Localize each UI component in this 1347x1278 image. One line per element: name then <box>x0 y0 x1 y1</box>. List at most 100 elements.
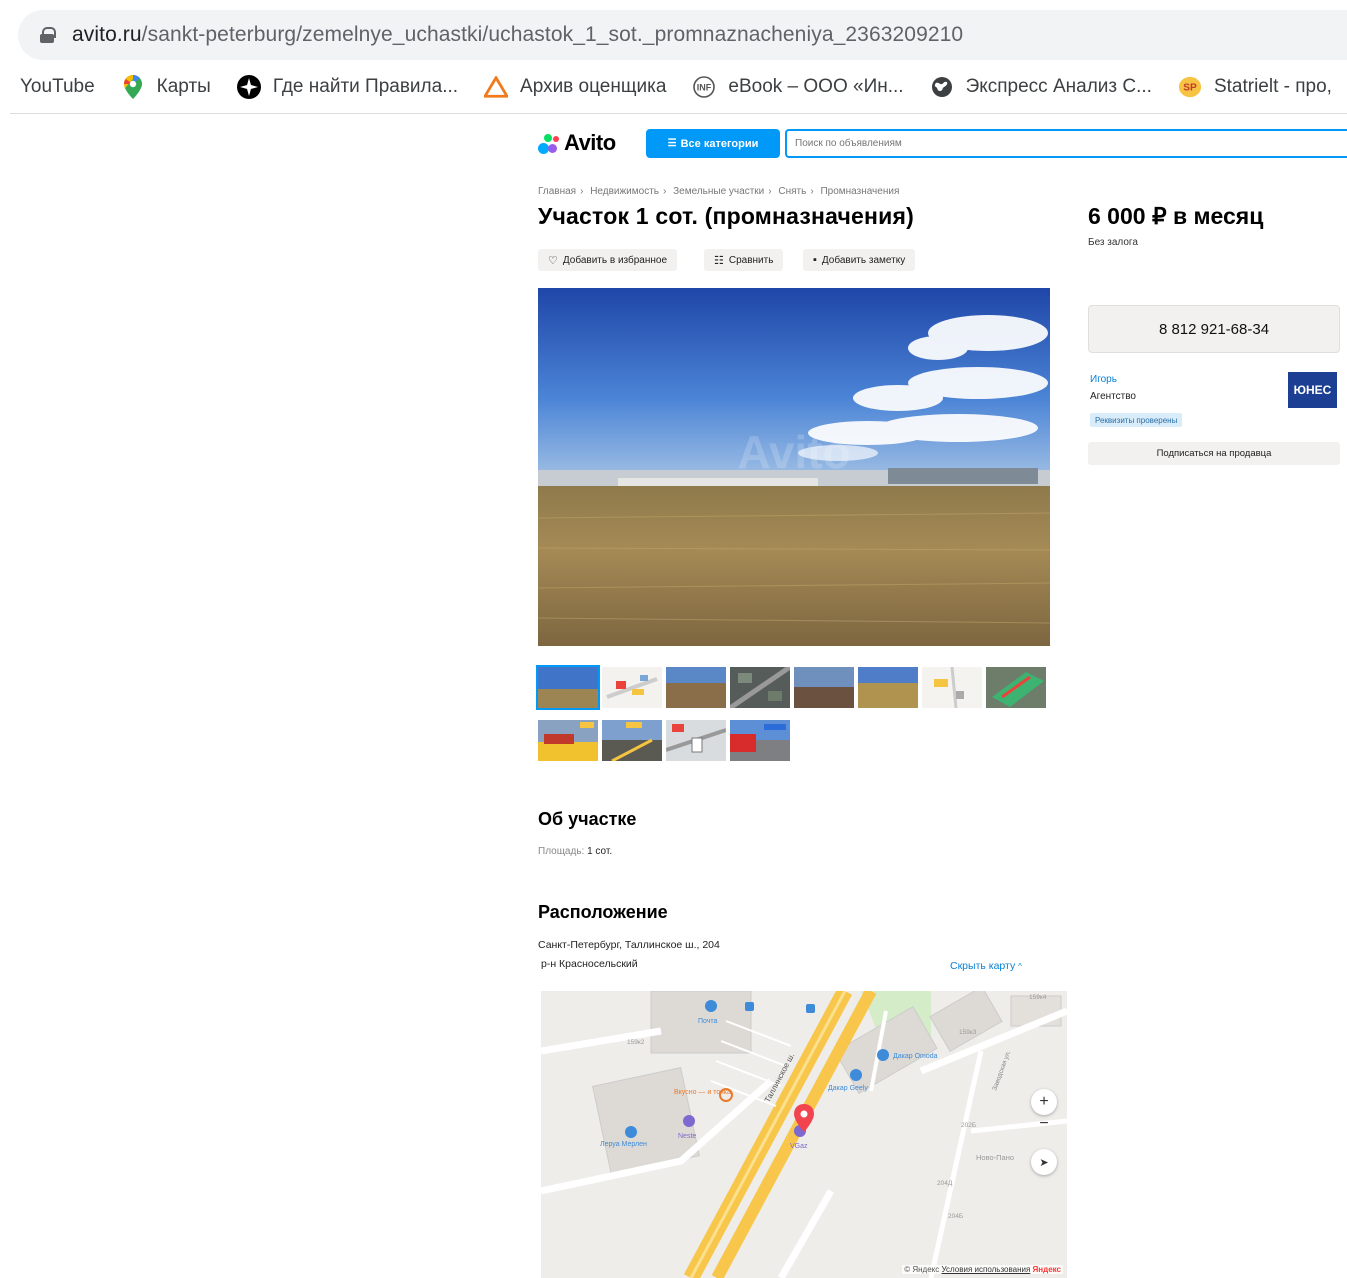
breadcrumb: Главная › Недвижимость › Земельные участки… <box>538 186 903 197</box>
thumbnail[interactable] <box>730 720 790 761</box>
thumbnail[interactable] <box>538 720 598 761</box>
note-icon: ▪ <box>813 254 817 266</box>
bookmarks-bar: YouTube Карты Где найти Правила... Архив… <box>0 68 1347 106</box>
listing-price: 6 000 ₽ в месяц <box>1088 203 1264 229</box>
bookmark-label: Где найти Правила... <box>272 76 459 97</box>
thumbnail[interactable] <box>922 667 982 708</box>
main-photo[interactable]: Avito <box>538 288 1050 646</box>
bookmark-label: Экспресс Анализ С... <box>965 76 1152 97</box>
map-copyright: © Яндекс <box>904 1265 940 1274</box>
bookmark-label: eBook – ООО «Ин... <box>728 76 904 97</box>
map-attribution: © Яндекс Условия использования Яндекс <box>902 1265 1063 1274</box>
seller-type: Агентство <box>1090 391 1136 402</box>
seller-name-link[interactable]: Игорь <box>1090 374 1117 385</box>
add-favorite-button[interactable]: ♡ Добавить в избранное <box>538 249 678 271</box>
bookmark-youtube[interactable]: YouTube <box>20 76 95 98</box>
lock-icon[interactable] <box>40 27 56 43</box>
map-label-159k4: 159к4 <box>1029 994 1047 1001</box>
url-text[interactable]: avito.ru/sankt-peterburg/zemelnye_uchast… <box>72 23 963 47</box>
add-note-button[interactable]: ▪ Добавить заметку <box>803 249 916 271</box>
map-label-159k2: 159к2 <box>627 1039 645 1046</box>
map-label-neste: Neste <box>678 1133 696 1140</box>
favorite-label: Добавить в избранное <box>562 254 668 266</box>
map-label-novo: Ново-Пано <box>976 1153 1014 1162</box>
breadcrumb-sep: › <box>768 186 772 197</box>
map-label-pochta: Почта <box>698 1018 718 1025</box>
yandex-logo[interactable]: Яндекс <box>1033 1265 1061 1274</box>
area-label: Площадь: <box>538 846 585 857</box>
note-label: Добавить заметку <box>821 254 906 266</box>
agency-logo[interactable]: ЮНЕС <box>1288 372 1337 408</box>
bookmark-label: Архив оценщика <box>520 76 667 97</box>
compare-icon: ☷ <box>714 254 724 267</box>
bookmark-rules[interactable]: Где найти Правила... <box>236 75 459 99</box>
subscribe-seller-button[interactable]: Подписаться на продавца <box>1088 442 1340 465</box>
thumbnail[interactable] <box>794 667 854 708</box>
compare-button[interactable]: ☷ Сравнить <box>704 249 784 271</box>
thumbnail[interactable] <box>602 667 662 708</box>
area-property: Площадь: 1 сот. <box>538 846 612 857</box>
categories-label: Все категории <box>680 137 759 150</box>
hide-map-link[interactable]: Скрыть карту ^ <box>950 960 1022 972</box>
statrielt-logo-icon: SP <box>1178 75 1202 99</box>
map-label-vgaz: VGaz <box>790 1143 808 1150</box>
url-path: /sankt-peterburg/zemelnye_uchastki/uchas… <box>141 23 964 46</box>
map-label-204b: 204Б <box>948 1213 963 1220</box>
bookmark-archive[interactable]: Архив оценщика <box>484 75 666 99</box>
bookmark-statrielt[interactable]: SP Statrielt - про, <box>1178 75 1332 99</box>
breadcrumb-real-estate[interactable]: Недвижимость <box>590 186 659 197</box>
location-heading: Расположение <box>538 902 668 922</box>
bookmark-ebook[interactable]: INF eBook – ООО «Ин... <box>692 75 904 99</box>
thumbnail[interactable] <box>986 667 1046 708</box>
compass-icon <box>236 75 261 99</box>
thumbnail[interactable] <box>666 667 726 708</box>
avito-logo-text: Avito <box>564 130 616 155</box>
hide-map-label: Скрыть карту <box>950 960 1016 972</box>
bookmark-label: Statrielt - про, <box>1213 76 1332 97</box>
breadcrumb-sep: › <box>580 186 584 197</box>
globe-icon <box>930 75 954 99</box>
svg-text:SP: SP <box>1183 83 1197 94</box>
show-phone-button[interactable]: 8 812 921-68-34 <box>1088 305 1340 353</box>
page-title: Участок 1 сот. (промназначения) <box>538 203 914 229</box>
district-text: р-н Красносельский <box>541 958 638 970</box>
map-terms-link[interactable]: Условия использования <box>942 1265 1031 1274</box>
address-bar[interactable]: avito.ru/sankt-peterburg/zemelnye_uchast… <box>18 10 1347 60</box>
thumbnail[interactable] <box>730 667 790 708</box>
breadcrumb-rent[interactable]: Снять <box>778 186 806 197</box>
bookmark-express[interactable]: Экспресс Анализ С... <box>930 75 1152 99</box>
bookmark-label: YouTube <box>20 76 95 97</box>
location-map[interactable]: Таллинское ш. Почта Вкусно — и точка Nes… <box>541 991 1067 1278</box>
categories-search-icon: ☰ <box>667 138 677 149</box>
geolocation-arrow-icon[interactable]: ➤ <box>1031 1149 1057 1175</box>
heart-icon: ♡ <box>548 254 558 267</box>
breadcrumb-sep: › <box>810 186 814 197</box>
inf-logo-icon: INF <box>692 75 716 99</box>
compare-label: Сравнить <box>728 254 774 266</box>
breadcrumb-industrial[interactable]: Промназначения <box>820 186 899 197</box>
map-label-vkusno: Вкусно — и точка <box>674 1089 731 1096</box>
thumbnail[interactable] <box>536 665 600 710</box>
avito-logo[interactable]: Avito <box>538 130 616 156</box>
bookmark-label: Карты <box>156 76 211 97</box>
map-label-dakar-omoda: Дакар Omoda <box>893 1053 938 1060</box>
bookmark-maps[interactable]: Карты <box>121 75 211 99</box>
map-label-202b: 202Б <box>961 1122 976 1129</box>
svg-text:Avito: Avito <box>737 426 850 478</box>
deposit-text: Без залога <box>1088 237 1138 248</box>
about-heading: Об участке <box>538 809 637 829</box>
thumbnail[interactable] <box>858 667 918 708</box>
triangle-logo-icon <box>484 75 509 99</box>
map-label-204d: 204Д <box>937 1180 953 1187</box>
map-label-159k3: 159к3 <box>959 1029 977 1036</box>
thumbnail[interactable] <box>602 720 662 761</box>
zoom-out-icon[interactable]: − <box>1031 1111 1057 1137</box>
search-input[interactable] <box>785 129 1347 158</box>
svg-text:INF: INF <box>697 83 712 93</box>
avito-dots-icon <box>538 132 562 154</box>
breadcrumb-land[interactable]: Земельные участки <box>673 186 764 197</box>
toolbar-divider <box>10 113 1347 114</box>
breadcrumb-home[interactable]: Главная <box>538 186 576 197</box>
all-categories-button[interactable]: ☰ Все категории <box>646 129 780 158</box>
thumbnail[interactable] <box>666 720 726 761</box>
